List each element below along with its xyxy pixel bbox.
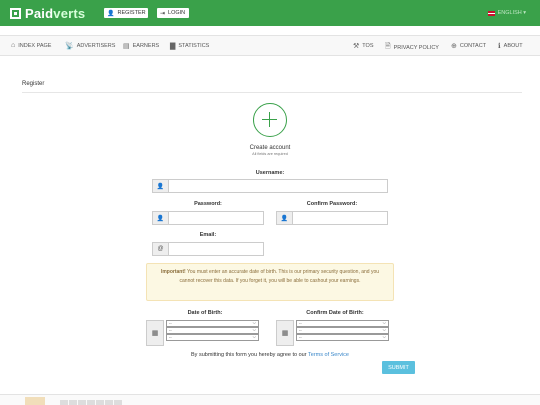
chevron-down-icon: ⌵	[252, 320, 256, 325]
nav-tos-label: TOS	[362, 43, 374, 49]
email-input[interactable]	[168, 242, 264, 256]
antenna-icon: 📡	[65, 43, 74, 50]
nav-privacy-label: PRIVACY POLICY	[393, 44, 439, 51]
chevron-down-icon: ⌵	[382, 327, 386, 332]
terms-agreement: By submitting this form you hereby agree…	[0, 352, 540, 358]
nav-earners-label: EARNERS	[132, 43, 160, 49]
add-user-icon: 👤	[107, 10, 115, 17]
confirm-password-input[interactable]	[292, 211, 388, 225]
register-button[interactable]: 👤 REGISTER	[104, 8, 148, 18]
brand-logo[interactable]: Paid verts	[10, 6, 85, 21]
login-label: LOGIN	[168, 10, 186, 16]
chevron-down-icon: ⌵	[382, 320, 386, 325]
footer-logo	[25, 397, 45, 405]
confirm-dob-month-select[interactable]: -- ⌵	[296, 320, 389, 327]
terms-of-service-link[interactable]: Terms of Service	[308, 352, 349, 358]
nav-index-label: INDEX PAGE	[18, 42, 52, 49]
chevron-down-icon: ⌵	[252, 334, 256, 339]
nav-statistics-label: STATISTICS	[178, 43, 210, 49]
nav-tos[interactable]: ⚒ TOS	[353, 42, 374, 50]
login-button[interactable]: ⇥ LOGIN	[157, 8, 189, 18]
money-icon: ▤	[123, 43, 130, 50]
nav-about-label: ABOUT	[503, 43, 523, 49]
document-icon: 🗎	[385, 43, 391, 50]
home-icon: ⌂	[11, 42, 16, 49]
logo-icon	[10, 8, 21, 19]
language-dropdown[interactable]: ENGLISH ▾	[487, 10, 526, 16]
chevron-down-icon: ⌵	[252, 327, 256, 332]
alert-strong: Important!	[160, 269, 186, 275]
nav-statistics[interactable]: ▇ STATISTICS	[170, 42, 209, 50]
login-icon: ⇥	[160, 10, 166, 17]
top-bar: Paid verts 👤 REGISTER ⇥ LOGIN ENGLISH ▾	[0, 0, 540, 26]
submit-button[interactable]: SUBMIT	[382, 361, 415, 374]
confirm-dob-day-value: --	[299, 327, 302, 332]
create-account-title: Create account	[249, 145, 291, 151]
password-input[interactable]	[168, 211, 264, 225]
nav-advertisers-label: ADVERTISERS	[76, 43, 116, 49]
info-icon: ℹ	[498, 43, 501, 50]
dob-day-select[interactable]: -- ⌵	[166, 327, 259, 334]
dob-warning-alert: Important! You must enter an accurate da…	[146, 263, 394, 301]
nav-contact[interactable]: ⊕ CONTACT	[451, 42, 486, 50]
alert-text: You must enter an accurate date of birth…	[179, 269, 380, 284]
agree-prefix: By submitting this form you hereby agree…	[191, 352, 309, 358]
user-icon: 👤	[152, 179, 168, 193]
main-navbar: ⌂ INDEX PAGE 📡 ADVERTISERS ▤ EARNERS ▇ STATI…	[0, 35, 540, 56]
dob-label: Date of Birth:	[187, 310, 223, 316]
register-label: REGISTER	[117, 10, 146, 16]
brand-verts: verts	[53, 6, 86, 21]
nav-privacy-policy[interactable]: 🗎 PRIVACY POLICY	[385, 42, 439, 53]
create-account-plus-icon	[253, 103, 287, 137]
language-label: ENGLISH ▾	[497, 10, 526, 16]
user-key-icon: 👤	[152, 211, 168, 225]
gavel-icon: ⚒	[353, 43, 360, 50]
email-label: Email:	[199, 232, 217, 238]
footer	[0, 394, 540, 405]
password-label: Password:	[194, 201, 222, 207]
calendar-icon: ▦	[146, 320, 164, 346]
dob-day-value: --	[169, 327, 172, 332]
user-key-icon: 👤	[276, 211, 292, 225]
confirm-dob-label: Confirm Date of Birth:	[306, 310, 364, 316]
page-title: Register	[22, 81, 45, 87]
confirm-dob-day-select[interactable]: -- ⌵	[296, 327, 389, 334]
flag-icon	[487, 10, 495, 16]
confirm-dob-year-value: --	[299, 334, 302, 339]
dob-month-value: --	[169, 320, 172, 325]
confirm-dob-year-select[interactable]: -- ⌵	[296, 334, 389, 341]
nav-index-page[interactable]: ⌂ INDEX PAGE	[11, 42, 51, 49]
footer-badges	[60, 400, 123, 405]
bar-chart-icon: ▇	[170, 43, 176, 50]
confirm-dob-month-value: --	[299, 320, 302, 325]
dob-year-select[interactable]: -- ⌵	[166, 334, 259, 341]
username-label: Username:	[255, 170, 285, 176]
nav-about[interactable]: ℹ ABOUT	[498, 42, 523, 50]
dob-year-value: --	[169, 334, 172, 339]
nav-advertisers[interactable]: 📡 ADVERTISERS	[65, 42, 115, 50]
brand-paid: Paid	[25, 6, 54, 21]
calendar-icon: ▦	[276, 320, 294, 346]
nav-contact-label: CONTACT	[459, 43, 487, 49]
dob-month-select[interactable]: -- ⌵	[166, 320, 259, 327]
create-account-subtitle: All fields are required	[252, 152, 288, 156]
chevron-down-icon: ⌵	[382, 334, 386, 339]
at-icon: @	[152, 242, 168, 256]
lifebuoy-icon: ⊕	[451, 43, 457, 50]
divider	[22, 92, 522, 93]
confirm-password-label: Confirm Password:	[306, 201, 358, 207]
username-input[interactable]	[168, 179, 388, 193]
nav-earners[interactable]: ▤ EARNERS	[123, 42, 159, 50]
